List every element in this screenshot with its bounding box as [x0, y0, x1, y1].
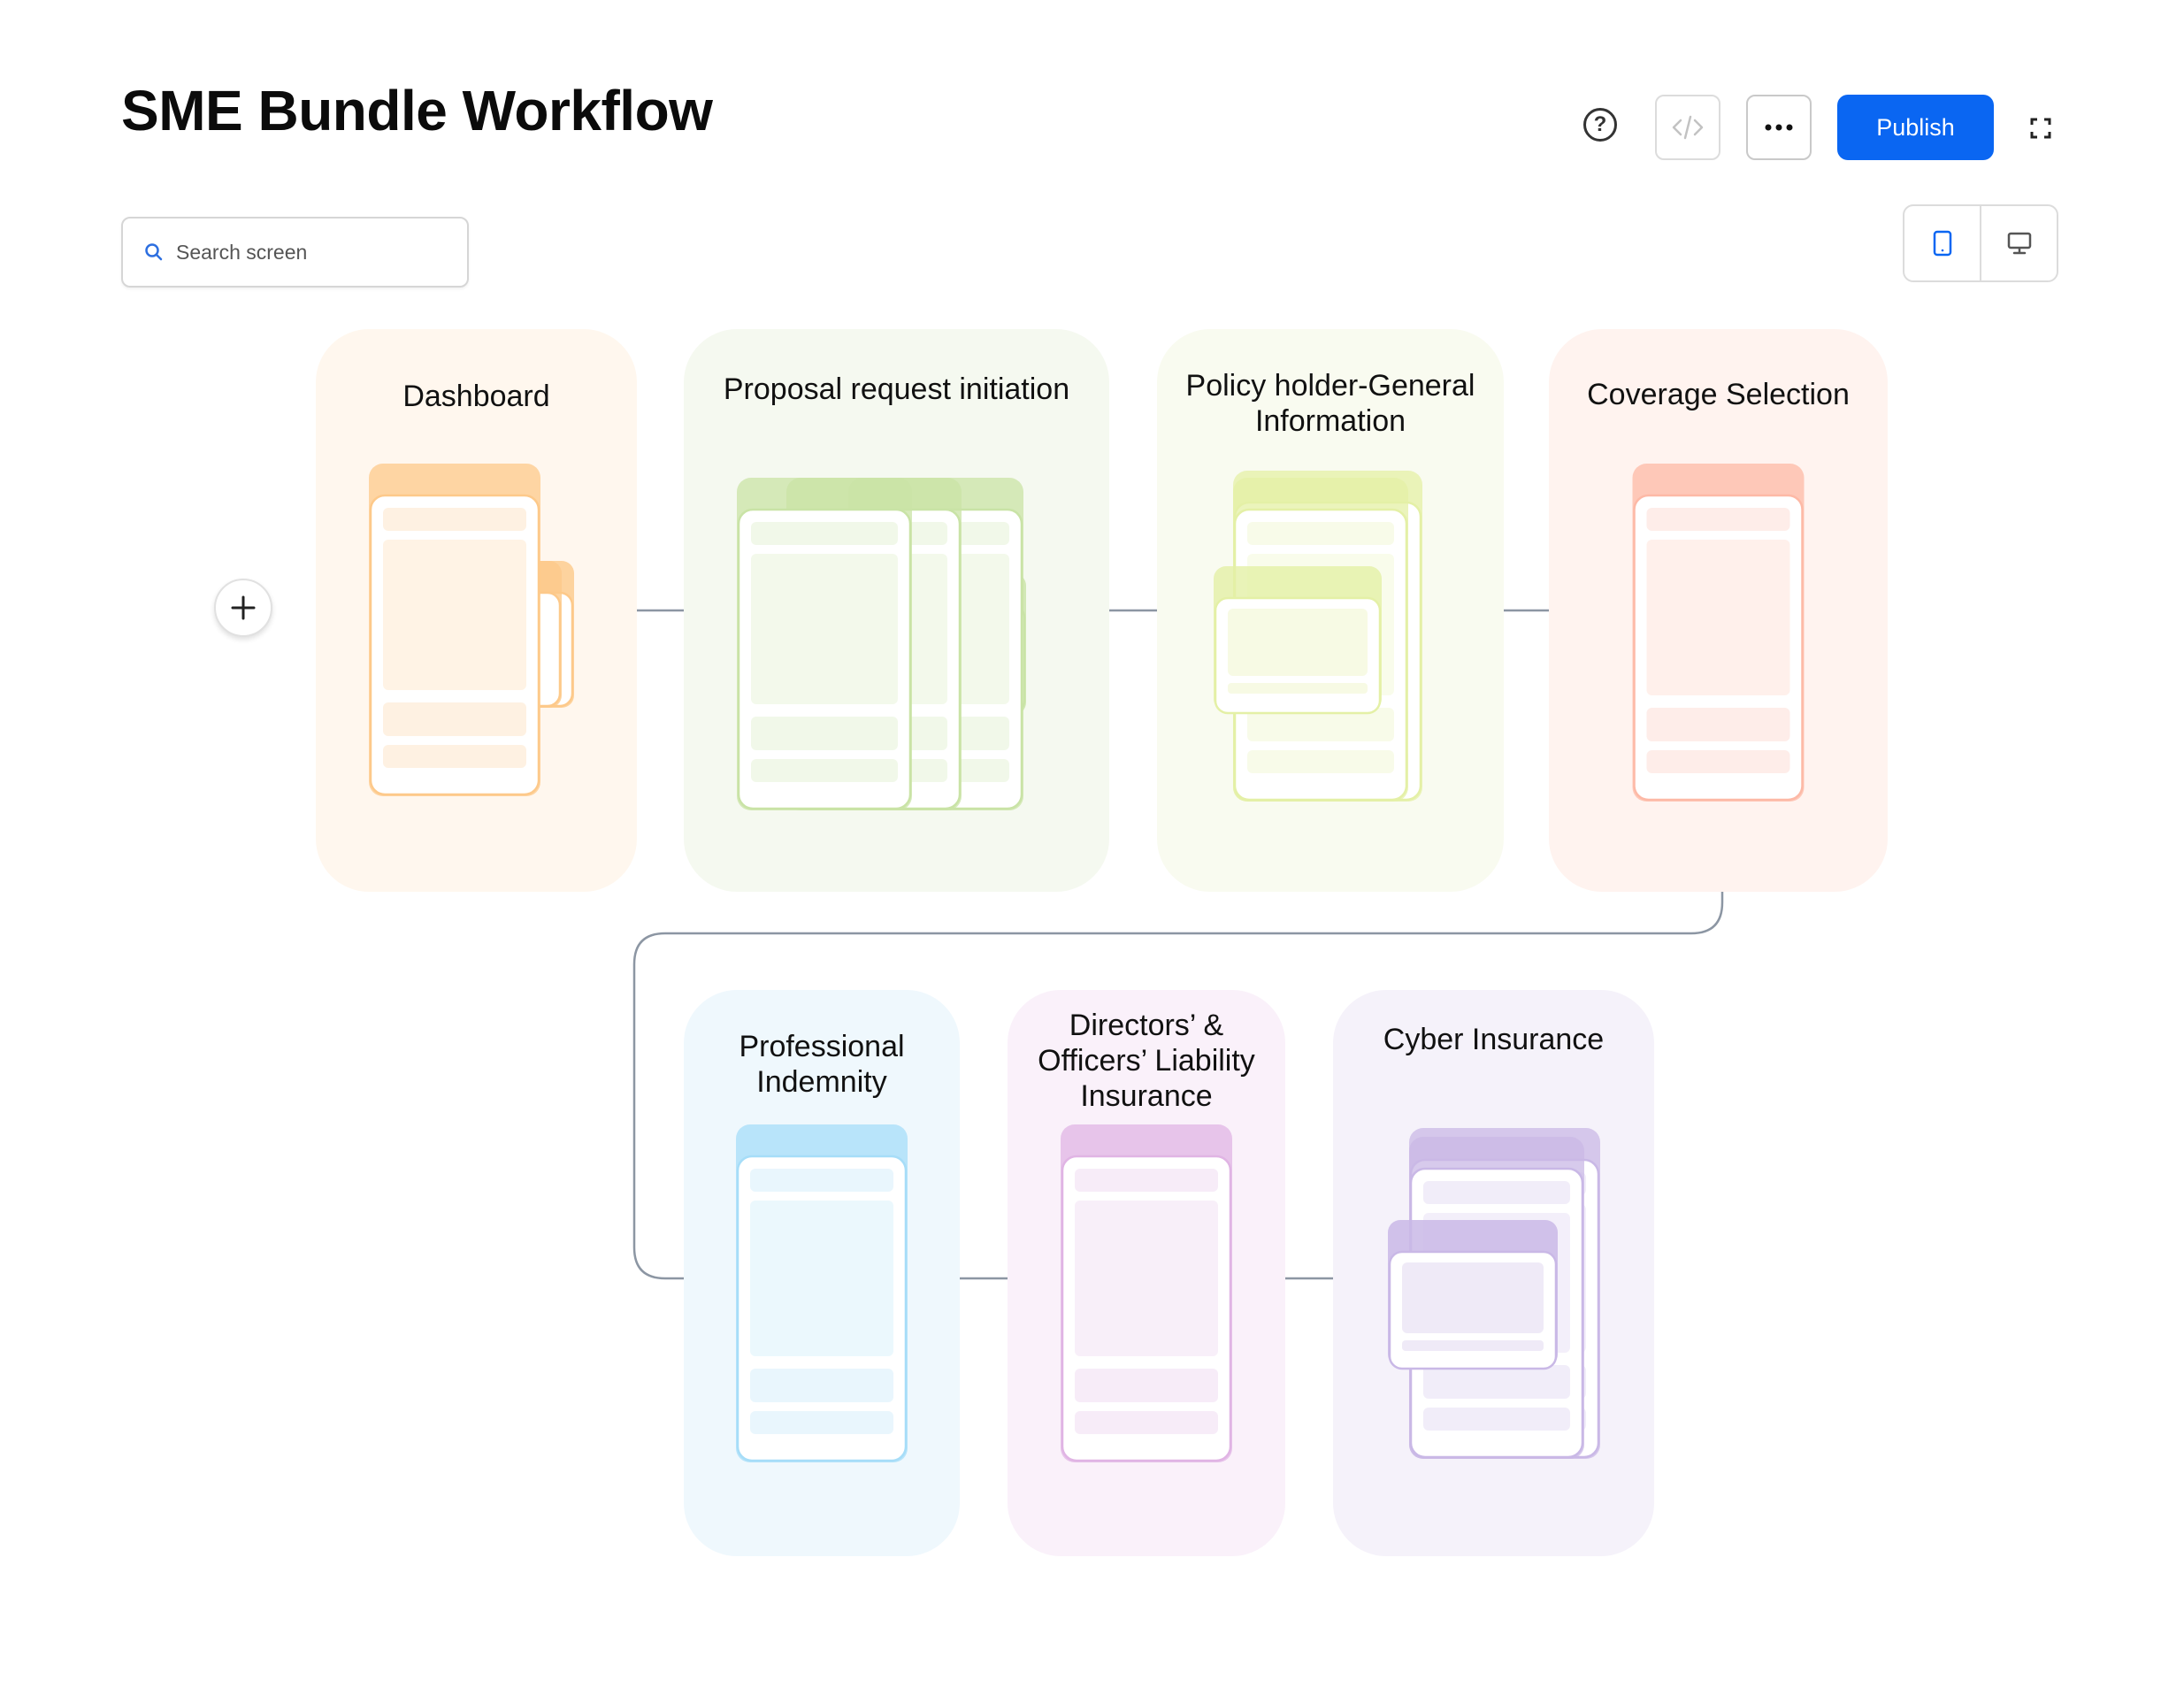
workflow-node[interactable]: Professional Indemnity	[684, 990, 960, 1556]
workflow-node[interactable]: Dashboard	[316, 329, 637, 892]
screen-preview-stack[interactable]	[1157, 329, 1504, 892]
screen-preview-stack[interactable]	[1008, 990, 1285, 1556]
workflow-node[interactable]: Coverage Selection	[1549, 329, 1888, 892]
screen-preview-stack[interactable]	[316, 329, 637, 892]
workflow-node[interactable]: Proposal request initiation	[684, 329, 1109, 892]
screen-preview-stack[interactable]	[1549, 329, 1888, 892]
screen-preview-stack[interactable]	[684, 329, 1109, 892]
workflow-node[interactable]: Policy holder-General Information	[1157, 329, 1504, 892]
workflow-node[interactable]: Directors’ & Officers’ Liability Insuran…	[1008, 990, 1285, 1556]
screen-preview-stack[interactable]	[1333, 990, 1654, 1556]
screen-preview-stack[interactable]	[684, 990, 960, 1556]
workflow-node[interactable]: Cyber Insurance	[1333, 990, 1654, 1556]
